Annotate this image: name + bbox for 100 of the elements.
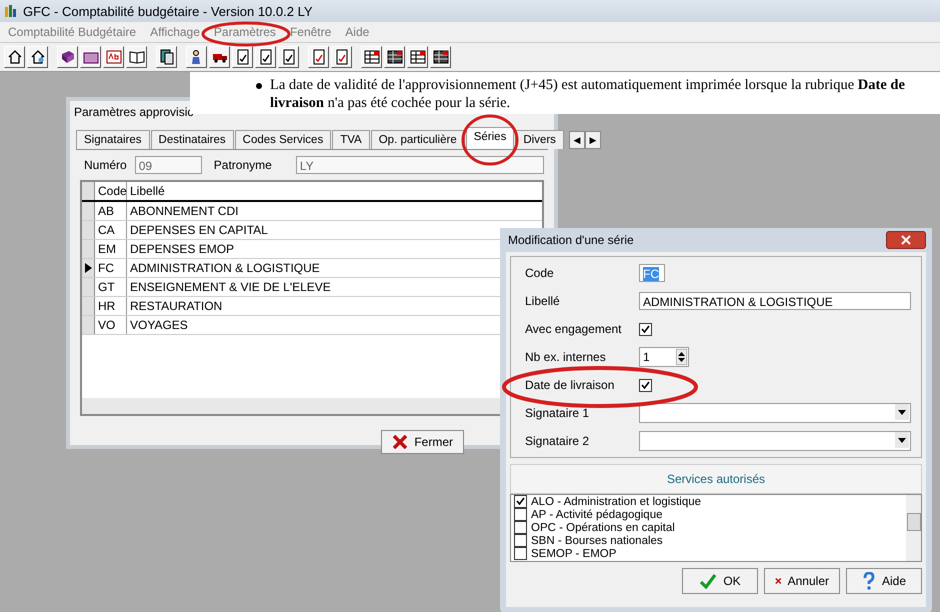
scroll-button[interactable]: ◀ [568,131,585,149]
checkbox[interactable] [639,378,652,392]
toolbar-button[interactable] [27,46,48,68]
house-icon [6,49,22,65]
toolbar-button[interactable] [209,46,230,68]
toolbar-button[interactable] [156,46,177,68]
column-header[interactable]: Code [95,182,127,200]
table-cell-text: ADMINISTRATION & LOGISTIQUE [129,260,320,277]
field-label: Code [525,266,555,280]
toolbar-button[interactable] [57,46,78,68]
field-label: Libellé [525,294,561,308]
list-item[interactable]: AP - Activité pédagogique [531,508,662,520]
toolbar-button[interactable] [384,46,405,68]
tab[interactable]: Séries [466,127,514,149]
toolbar-button[interactable] [126,46,147,68]
field-label: Numéro [83,158,127,172]
checkbox[interactable] [514,508,527,521]
table-cell-text: VOYAGES [129,317,188,334]
list-item[interactable]: OPC - Opérations en capital [531,522,675,534]
note-text: La date de validité de l'approvisionnement (J+45) est automatiquement imprimée lorsque la rubrique Date de livraison n'a pas été cochée pour la série. [270,76,906,113]
row-pointer-icon [84,263,92,273]
dialog-title: Modification d'une série [508,233,634,247]
input-field[interactable]: LY [296,156,544,174]
field-label: Date de livraison [525,378,616,392]
toolbar-button[interactable] [278,46,299,68]
checkbox[interactable] [639,322,652,336]
cancel-button[interactable]: Annuler [764,568,840,594]
cross-icon [392,434,408,450]
table-cell: AB [95,202,127,220]
table-cell: HR [95,297,127,315]
list-item[interactable]: ALO - Administration et logistique [531,496,702,508]
table-cell-text: DEPENSES EMOP [129,241,234,258]
table-cell-text: ABONNEMENT CDI [129,203,238,220]
bullet-icon [256,83,262,89]
caret-icon [895,404,909,420]
field-label: Nb ex. internes [525,350,607,364]
table-cell: CA [95,221,127,239]
table-cell: FC [95,259,127,277]
checkbox[interactable] [514,495,527,508]
toolbar-button[interactable] [103,46,124,68]
caret-icon [895,432,909,448]
question-mark-icon [862,572,876,590]
tab[interactable]: Destinataires [150,130,234,149]
help-button[interactable]: Aide [846,568,922,594]
grid-icon [410,49,426,65]
toolbar-button[interactable] [232,46,253,68]
list-item[interactable]: SBN - Bourses nationales [531,534,663,546]
ok-button[interactable]: OK [682,568,758,594]
tab[interactable]: TVA [332,130,370,149]
grid-icon [386,49,402,65]
toolbar-button[interactable] [255,46,276,68]
field-label: Signataire 1 [525,406,590,420]
tab[interactable]: Codes Services [234,130,332,149]
close-button[interactable]: Fermer [381,430,464,454]
app-icon [4,4,18,18]
book-icon [60,49,76,65]
tab[interactable]: Signataires [76,130,150,149]
toolbar-button[interactable] [430,46,451,68]
grid-icon [432,49,448,65]
toolbar-button[interactable] [308,46,329,68]
list-item[interactable]: SEMOP - EMOP [531,548,616,560]
toolbar-button[interactable] [80,46,101,68]
field-label: Avec engagement [525,322,623,336]
close-icon [901,235,911,245]
tab[interactable]: Divers [515,130,564,149]
spin-arrows-icon [676,349,687,365]
dialog-title: Paramètres approvisic [74,105,194,119]
house-icon [30,49,46,65]
scroll-button[interactable]: ▶ [584,131,601,149]
vertical-scrollbar[interactable] [906,495,921,561]
section-header: Services autorisés [510,464,922,494]
toolbar-button[interactable] [186,46,207,68]
checkbox[interactable] [514,521,527,534]
table-cell: EM [95,240,127,258]
field-label: Signataire 2 [525,434,590,448]
table-cell: VO [95,316,127,334]
column-header[interactable]: Libellé [127,182,165,200]
dropdown[interactable] [639,403,911,423]
highlight-ellipse [461,114,519,166]
input-field[interactable]: 09 [134,156,202,174]
input-field[interactable]: ADMINISTRATION & LOGISTIQUE [639,292,911,310]
checkbox[interactable] [514,534,527,547]
table-cell: GT [95,278,127,296]
toolbar-button[interactable] [4,46,25,68]
table-cell-text: RESTAURATION [129,298,222,315]
checkbox[interactable] [514,547,527,560]
checkmark-icon [699,573,718,589]
dropdown[interactable] [639,431,911,451]
spin-box[interactable]: 1 [639,347,689,367]
window-title: GFC - Comptabilité budgétaire - Version 10.0.2 LY [23,4,313,18]
toolbar-button[interactable] [407,46,428,68]
toolbar-button[interactable] [331,46,352,68]
toolbar-button[interactable] [361,46,382,68]
table-cell-text: DEPENSES EN CAPITAL [129,222,268,239]
field-label: Patronyme [212,158,272,172]
tab[interactable]: Op. particulière [370,130,465,149]
table-cell-text: ENSEIGNEMENT & VIE DE L'ELEVE [129,279,331,296]
grid-icon [364,49,380,65]
row-header[interactable] [82,259,95,277]
close-button[interactable] [886,231,926,249]
